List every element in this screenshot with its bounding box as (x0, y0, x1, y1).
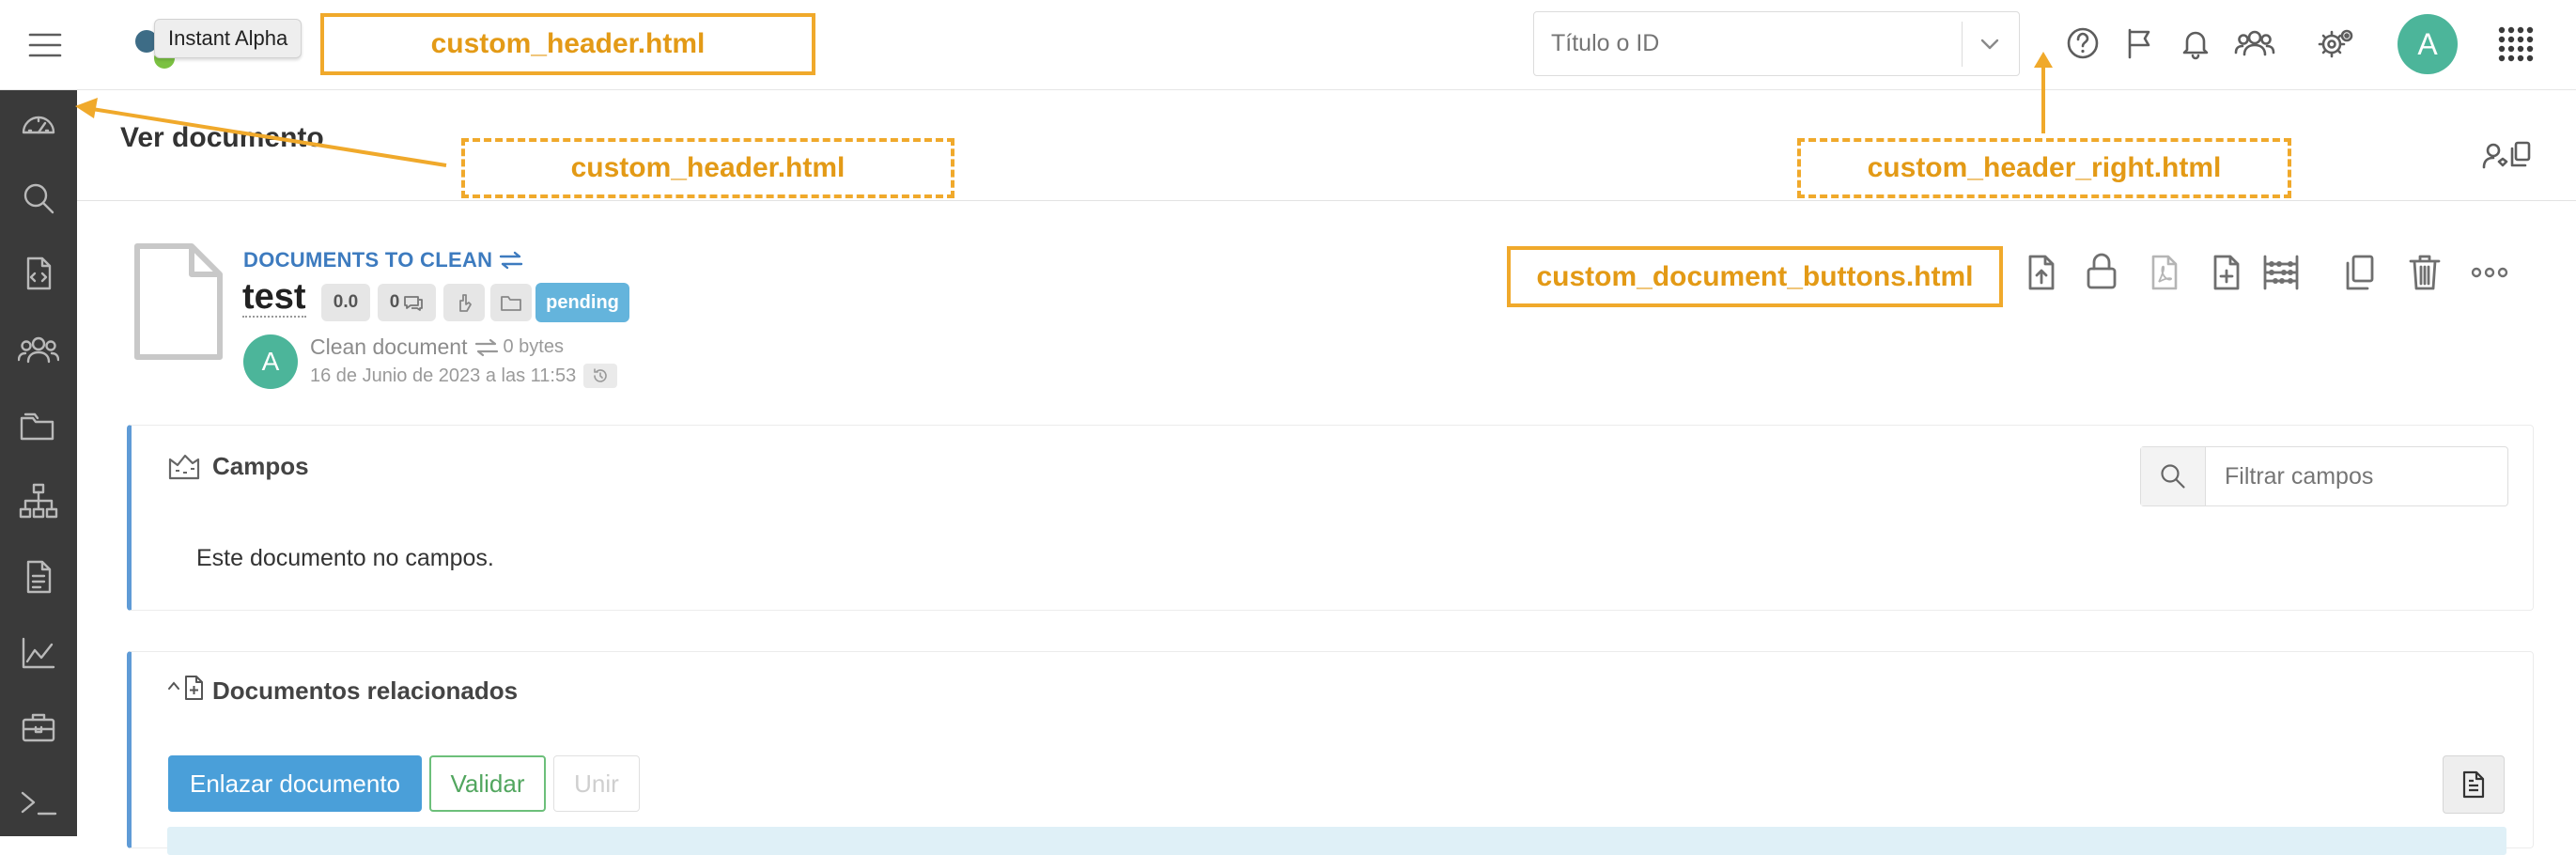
bell-icon[interactable] (2178, 25, 2213, 61)
cabinet-link[interactable]: DOCUMENTS TO CLEAN (243, 248, 524, 272)
collapse-chevron-icon[interactable] (167, 678, 180, 693)
chart-icon (22, 637, 55, 669)
code-file-icon (26, 256, 52, 290)
more-options-icon[interactable] (2471, 263, 2508, 282)
annotation-arrow-up (2034, 52, 2053, 133)
author-avatar: A (243, 334, 298, 389)
badge-hand-icon-box[interactable] (443, 284, 485, 321)
fields-filter[interactable] (2140, 446, 2508, 506)
sidebar-item-folders[interactable] (0, 393, 77, 459)
folders-icon (20, 412, 54, 441)
upload-file-icon[interactable] (2025, 254, 2058, 291)
user-copy-icon[interactable] (2482, 139, 2535, 171)
copy-icon[interactable] (2343, 254, 2377, 291)
fields-title: Campos (212, 452, 309, 480)
sidebar-item-toolbox[interactable] (0, 694, 77, 760)
document-date-line: 16 de Junio de 2023 a las 11:53 (310, 364, 618, 388)
history-icon[interactable] (583, 364, 618, 388)
document-icon (26, 560, 52, 594)
related-title: Documentos relacionados (212, 676, 519, 705)
document-type[interactable]: Clean document (310, 334, 468, 360)
fields-empty-text: Este documento no campos. (196, 545, 494, 571)
lock-icon[interactable] (2085, 252, 2118, 291)
report-button[interactable] (2443, 755, 2505, 814)
validate-button[interactable]: Validar (429, 755, 546, 812)
flag-icon[interactable] (2122, 25, 2158, 61)
filter-fields-input[interactable] (2206, 447, 2506, 505)
hierarchy-icon (19, 483, 58, 519)
help-icon[interactable] (2065, 25, 2101, 61)
hand-icon (459, 294, 472, 312)
users-icon (18, 336, 59, 364)
pdf-icon[interactable] (2148, 254, 2181, 291)
sidebar (0, 90, 77, 836)
add-file-icon[interactable] (2210, 254, 2243, 291)
terminal-icon (21, 791, 57, 816)
search-icon (2141, 447, 2206, 505)
search-icon (23, 183, 54, 214)
annotation-custom-header: custom_header.html (320, 13, 815, 75)
report-document-icon (2462, 770, 2485, 799)
abacus-icon[interactable] (2261, 254, 2301, 291)
header-divider (77, 200, 2576, 201)
related-documents-card: Documentos relacionados Enlazar document… (127, 651, 2534, 855)
sidebar-item-chart[interactable] (0, 619, 77, 685)
annotation-custom-header-sidebar: custom_header.html (461, 138, 954, 198)
fields-card: Campos Este documento no campos. (127, 425, 2534, 611)
comment-icon (404, 296, 424, 311)
badge-folder-icon-box[interactable] (490, 284, 532, 321)
gear-icon[interactable] (2317, 25, 2356, 61)
hamburger-icon[interactable] (26, 26, 64, 64)
document-date: 16 de Junio de 2023 a las 11:53 (310, 365, 577, 386)
search-input[interactable] (1534, 12, 1948, 75)
logo-tooltip: Instant Alpha (154, 19, 303, 58)
document-size: 0 bytes (503, 336, 564, 357)
search-select[interactable] (1533, 11, 2020, 76)
folder-icon (501, 296, 521, 311)
trash-icon[interactable] (2408, 254, 2442, 291)
users-icon[interactable] (2234, 25, 2275, 61)
sidebar-item-code-file[interactable] (0, 241, 77, 306)
document-type-line: Clean document 0 bytes (310, 334, 564, 360)
document-name[interactable]: test (242, 278, 306, 318)
sidebar-item-hierarchy[interactable] (0, 468, 77, 534)
comments-count: 0 (389, 292, 400, 312)
merge-button[interactable]: Unir (553, 755, 640, 812)
info-alert (167, 827, 2506, 855)
dashboard-icon (22, 116, 55, 134)
link-document-button[interactable]: Enlazar documento (168, 755, 422, 812)
sidebar-item-users[interactable] (0, 317, 77, 382)
apps-grid-icon[interactable] (2496, 24, 2536, 64)
cabinet-name[interactable]: DOCUMENTS TO CLEAN (243, 248, 492, 272)
swap-icon (500, 251, 523, 270)
comments-badge[interactable]: 0 (378, 284, 436, 321)
toolbox-icon (22, 713, 55, 742)
swap-icon (474, 338, 498, 356)
annotation-custom-header-right: custom_header_right.html (1797, 138, 2291, 198)
sidebar-item-terminal[interactable] (0, 770, 77, 835)
top-header: Instant Alpha custom_header.html A (0, 0, 2576, 90)
document-file-icon (132, 242, 225, 363)
status-badge: pending (535, 283, 629, 322)
annotation-arrow-left (75, 98, 447, 167)
user-avatar[interactable]: A (2398, 14, 2458, 74)
add-document-icon (184, 675, 205, 701)
select-divider (1962, 22, 1963, 67)
fields-icon (167, 452, 201, 482)
version-badge: 0.0 (321, 284, 370, 321)
sidebar-item-document[interactable] (0, 544, 77, 610)
chevron-down-icon[interactable] (1976, 31, 2004, 57)
annotation-custom-document-buttons: custom_document_buttons.html (1507, 246, 2003, 307)
